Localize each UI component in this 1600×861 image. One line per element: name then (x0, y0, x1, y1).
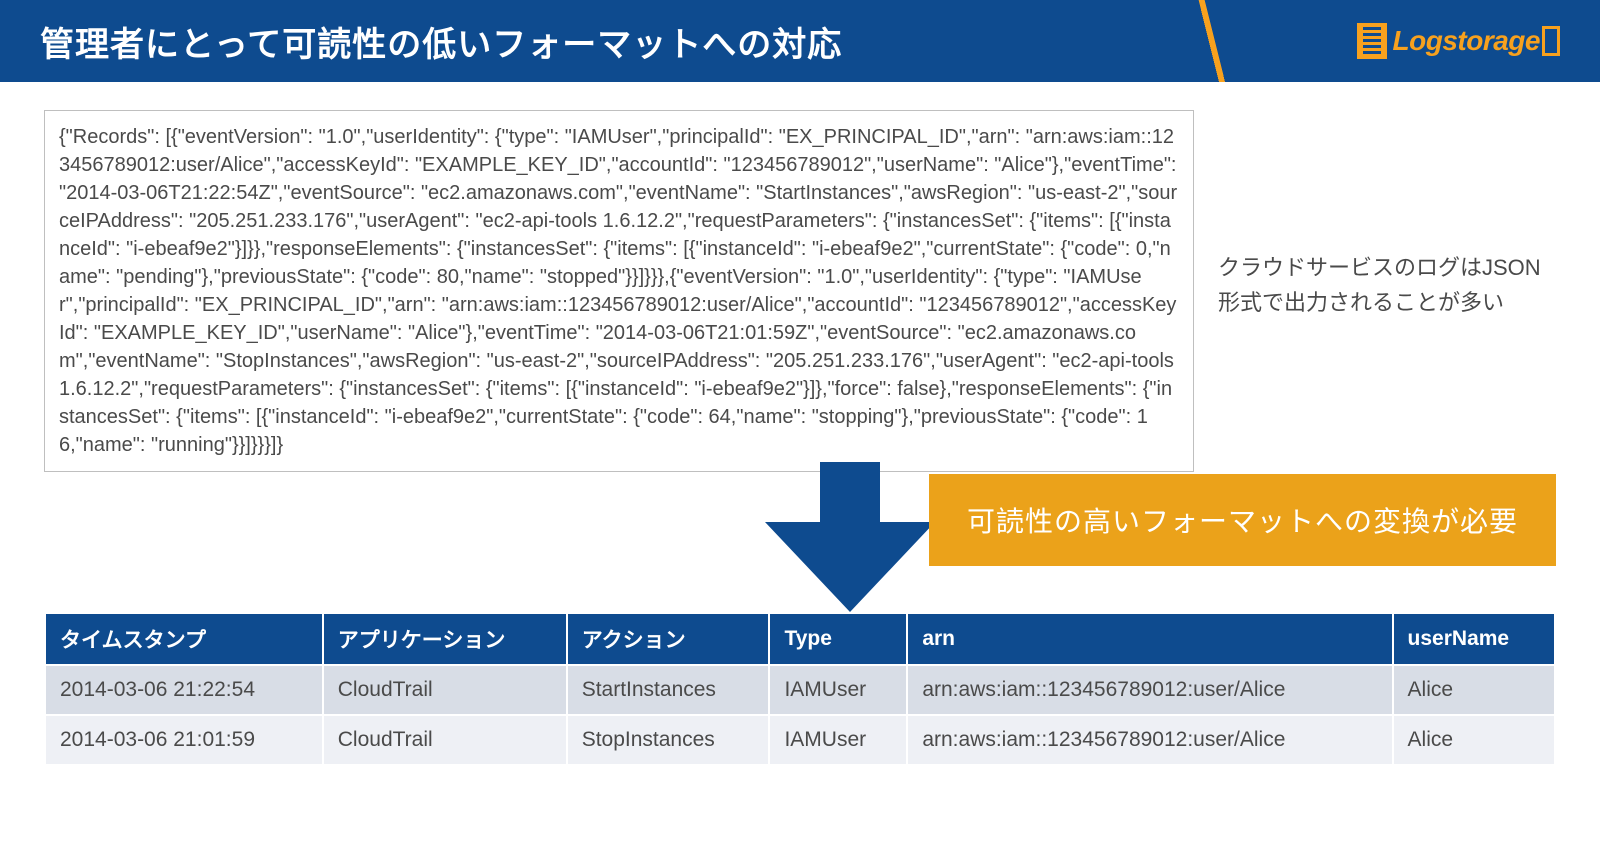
col-username: userName (1393, 613, 1555, 665)
col-application: アプリケーション (323, 613, 567, 665)
header-accent (1190, 0, 1230, 82)
logo-box-icon (1542, 26, 1560, 56)
table-row: 2014-03-06 21:22:54 CloudTrail StartInst… (45, 665, 1555, 715)
arrow-down-icon (765, 462, 935, 612)
col-arn: arn (907, 613, 1392, 665)
logo-icon (1357, 23, 1387, 59)
col-type: Type (769, 613, 907, 665)
slide-header: 管理者にとって可読性の低いフォーマットへの対応 Logstorage (0, 0, 1600, 82)
json-raw-box: {"Records": [{"eventVersion": "1.0","use… (44, 110, 1194, 472)
logo-text: Logstorage (1393, 25, 1540, 57)
slide-title: 管理者にとって可読性の低いフォーマットへの対応 (40, 17, 842, 66)
col-action: アクション (567, 613, 770, 665)
log-table: タイムスタンプ アプリケーション アクション Type arn userName… (44, 612, 1556, 766)
table-row: 2014-03-06 21:01:59 CloudTrail StopInsta… (45, 715, 1555, 765)
logo: Logstorage (1357, 23, 1560, 59)
side-note: クラウドサービスのログはJSON形式で出力されることが多い (1218, 250, 1556, 320)
col-timestamp: タイムスタンプ (45, 613, 323, 665)
callout-box: 可読性の高いフォーマットへの変換が必要 (929, 474, 1556, 566)
